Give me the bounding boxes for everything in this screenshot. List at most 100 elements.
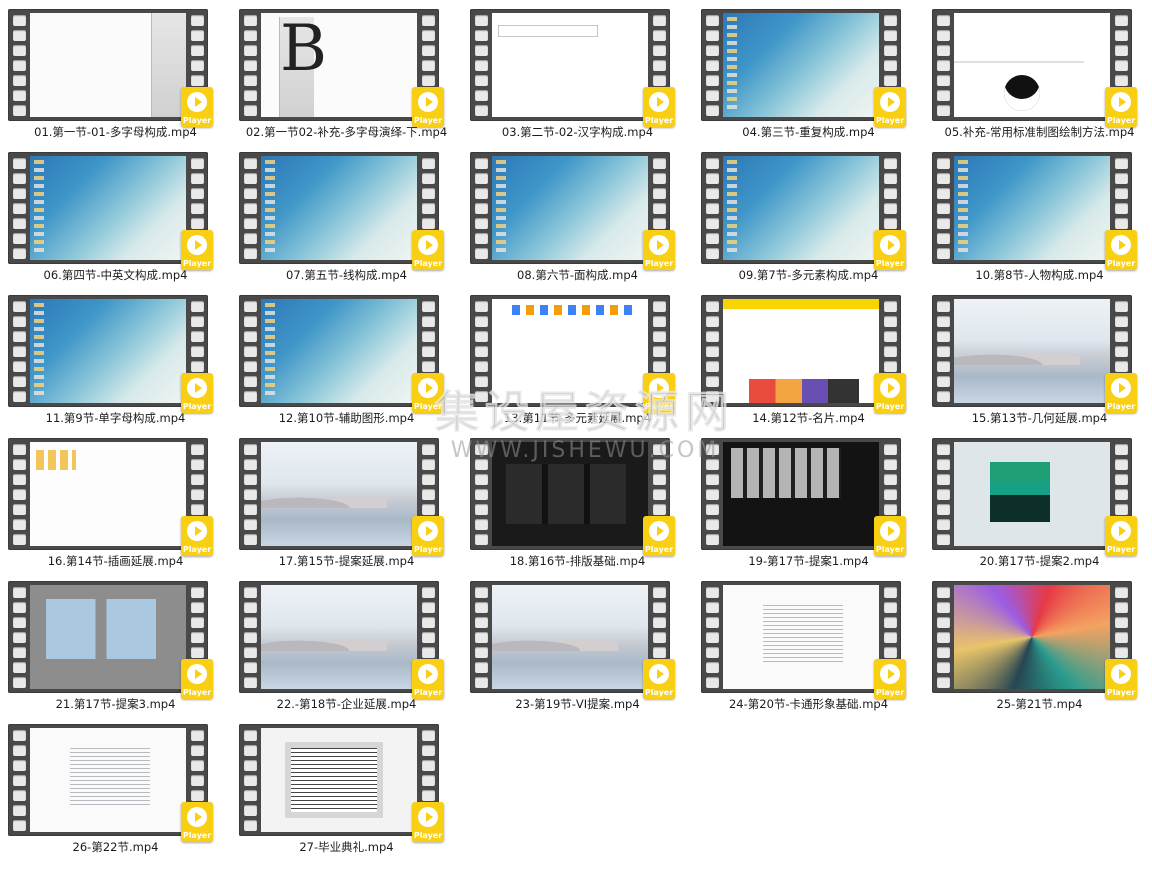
- sprocket-hole: [244, 790, 257, 801]
- film-strip-icon: Player: [239, 724, 444, 842]
- video-file-item[interactable]: Player 14.第12节-名片.mp4: [693, 286, 924, 429]
- sprocket-hole: [937, 75, 950, 86]
- sprocket-holes: [239, 152, 261, 264]
- sprocket-hole: [937, 587, 950, 598]
- sprocket-hole: [1115, 602, 1128, 613]
- video-file-item[interactable]: Player 06.第四节-中英文构成.mp4: [0, 143, 231, 286]
- sprocket-hole: [475, 602, 488, 613]
- sprocket-hole: [653, 301, 666, 312]
- video-file-item[interactable]: Player 15.第13节-几何延展.mp4: [924, 286, 1152, 429]
- video-file-item[interactable]: Player 24-第20节-卡通形象基础.mp4: [693, 572, 924, 715]
- sprocket-hole: [653, 587, 666, 598]
- video-file-item[interactable]: Player 22.-第18节-企业延展.mp4: [231, 572, 462, 715]
- video-file-item[interactable]: Player 11.第9节-单字母构成.mp4: [0, 286, 231, 429]
- video-file-item[interactable]: Player 08.第六节-面构成.mp4: [462, 143, 693, 286]
- sprocket-hole: [244, 45, 257, 56]
- sprocket-hole: [475, 459, 488, 470]
- sprocket-hole: [884, 489, 897, 500]
- sprocket-hole: [706, 617, 719, 628]
- video-file-item[interactable]: Player 10.第8节-人物构成.mp4: [924, 143, 1152, 286]
- video-file-item[interactable]: Player 13.第11节-多元素延展.mp4: [462, 286, 693, 429]
- video-file-item[interactable]: Player 25-第21节.mp4: [924, 572, 1152, 715]
- play-icon: [880, 92, 900, 112]
- sprocket-hole: [937, 504, 950, 515]
- sprocket-hole: [191, 730, 204, 741]
- sprocket-hole: [475, 647, 488, 658]
- sprocket-hole: [884, 632, 897, 643]
- sprocket-hole: [422, 173, 435, 184]
- sprocket-hole: [244, 75, 257, 86]
- sprocket-hole: [422, 647, 435, 658]
- sprocket-hole: [422, 489, 435, 500]
- video-file-item[interactable]: Player 01.第一节-01-多字母构成.mp4: [0, 0, 231, 143]
- file-name: 16.第14节-插画延展.mp4: [47, 554, 184, 568]
- sprocket-hole: [13, 233, 26, 244]
- sprocket-hole: [475, 632, 488, 643]
- sprocket-hole: [1115, 587, 1128, 598]
- sprocket-hole: [422, 60, 435, 71]
- video-file-item[interactable]: Player 20.第17节-提案2.mp4: [924, 429, 1152, 572]
- sprocket-hole: [244, 504, 257, 515]
- sprocket-hole: [13, 805, 26, 816]
- sprocket-hole: [475, 331, 488, 342]
- sprocket-hole: [13, 331, 26, 342]
- player-badge-icon: Player: [412, 659, 444, 699]
- video-file-item[interactable]: Player 04.第三节-重复构成.mp4: [693, 0, 924, 143]
- thumbnail-image: [261, 728, 417, 832]
- play-icon: [1111, 235, 1131, 255]
- sprocket-hole: [13, 391, 26, 402]
- sprocket-hole: [706, 75, 719, 86]
- sprocket-hole: [244, 173, 257, 184]
- video-file-item[interactable]: Player 07.第五节-线构成.mp4: [231, 143, 462, 286]
- sprocket-hole: [13, 587, 26, 598]
- sprocket-hole: [884, 444, 897, 455]
- sprocket-hole: [475, 587, 488, 598]
- sprocket-hole: [706, 602, 719, 613]
- play-icon: [418, 807, 438, 827]
- sprocket-hole: [884, 361, 897, 372]
- video-thumbnail: [30, 156, 186, 260]
- sprocket-holes: [8, 724, 30, 836]
- sprocket-hole: [244, 730, 257, 741]
- thumbnail-image: [261, 156, 417, 260]
- video-file-item[interactable]: Player 27-毕业典礼.mp4: [231, 715, 462, 858]
- sprocket-hole: [13, 790, 26, 801]
- video-file-item[interactable]: Player 16.第14节-插画延展.mp4: [0, 429, 231, 572]
- video-file-item[interactable]: Player 23-第19节-VI提案.mp4: [462, 572, 693, 715]
- sprocket-hole: [191, 203, 204, 214]
- player-badge-icon: Player: [874, 373, 906, 413]
- player-badge-icon: Player: [874, 659, 906, 699]
- sprocket-hole: [244, 346, 257, 357]
- sprocket-holes: [701, 438, 723, 550]
- video-file-item[interactable]: Player 26-第22节.mp4: [0, 715, 231, 858]
- video-file-item[interactable]: Player02.第一节02-补充-多字母演绎-下.mp4: [231, 0, 462, 143]
- video-file-item[interactable]: Player 12.第10节-辅助图形.mp4: [231, 286, 462, 429]
- sprocket-hole: [1115, 45, 1128, 56]
- sprocket-hole: [244, 617, 257, 628]
- sprocket-hole: [191, 444, 204, 455]
- play-icon: [418, 664, 438, 684]
- thumbnail-image: [954, 585, 1110, 689]
- player-badge-icon: Player: [874, 230, 906, 270]
- video-file-item[interactable]: Player 18.第16节-排版基础.mp4: [462, 429, 693, 572]
- sprocket-hole: [422, 504, 435, 515]
- video-thumbnail: [723, 13, 879, 117]
- file-name: 05.补充-常用标准制图绘制方法.mp4: [944, 125, 1135, 139]
- sprocket-hole: [1115, 444, 1128, 455]
- video-thumbnail: [30, 728, 186, 832]
- video-file-item[interactable]: Player 17.第15节-提案延展.mp4: [231, 429, 462, 572]
- play-icon: [187, 235, 207, 255]
- video-file-item[interactable]: Player 05.补充-常用标准制图绘制方法.mp4: [924, 0, 1152, 143]
- video-file-item[interactable]: Player 03.第二节-02-汉字构成.mp4: [462, 0, 693, 143]
- video-file-item[interactable]: Player 19-第17节-提案1.mp4: [693, 429, 924, 572]
- sprocket-hole: [244, 745, 257, 756]
- sprocket-hole: [1115, 459, 1128, 470]
- video-file-item[interactable]: Player 21.第17节-提案3.mp4: [0, 572, 231, 715]
- player-badge-icon: Player: [643, 373, 675, 413]
- video-file-item[interactable]: Player 09.第7节-多元素构成.mp4: [693, 143, 924, 286]
- sprocket-hole: [244, 775, 257, 786]
- sprocket-hole: [884, 75, 897, 86]
- sprocket-hole: [475, 45, 488, 56]
- sprocket-hole: [422, 730, 435, 741]
- sprocket-holes: [239, 9, 261, 121]
